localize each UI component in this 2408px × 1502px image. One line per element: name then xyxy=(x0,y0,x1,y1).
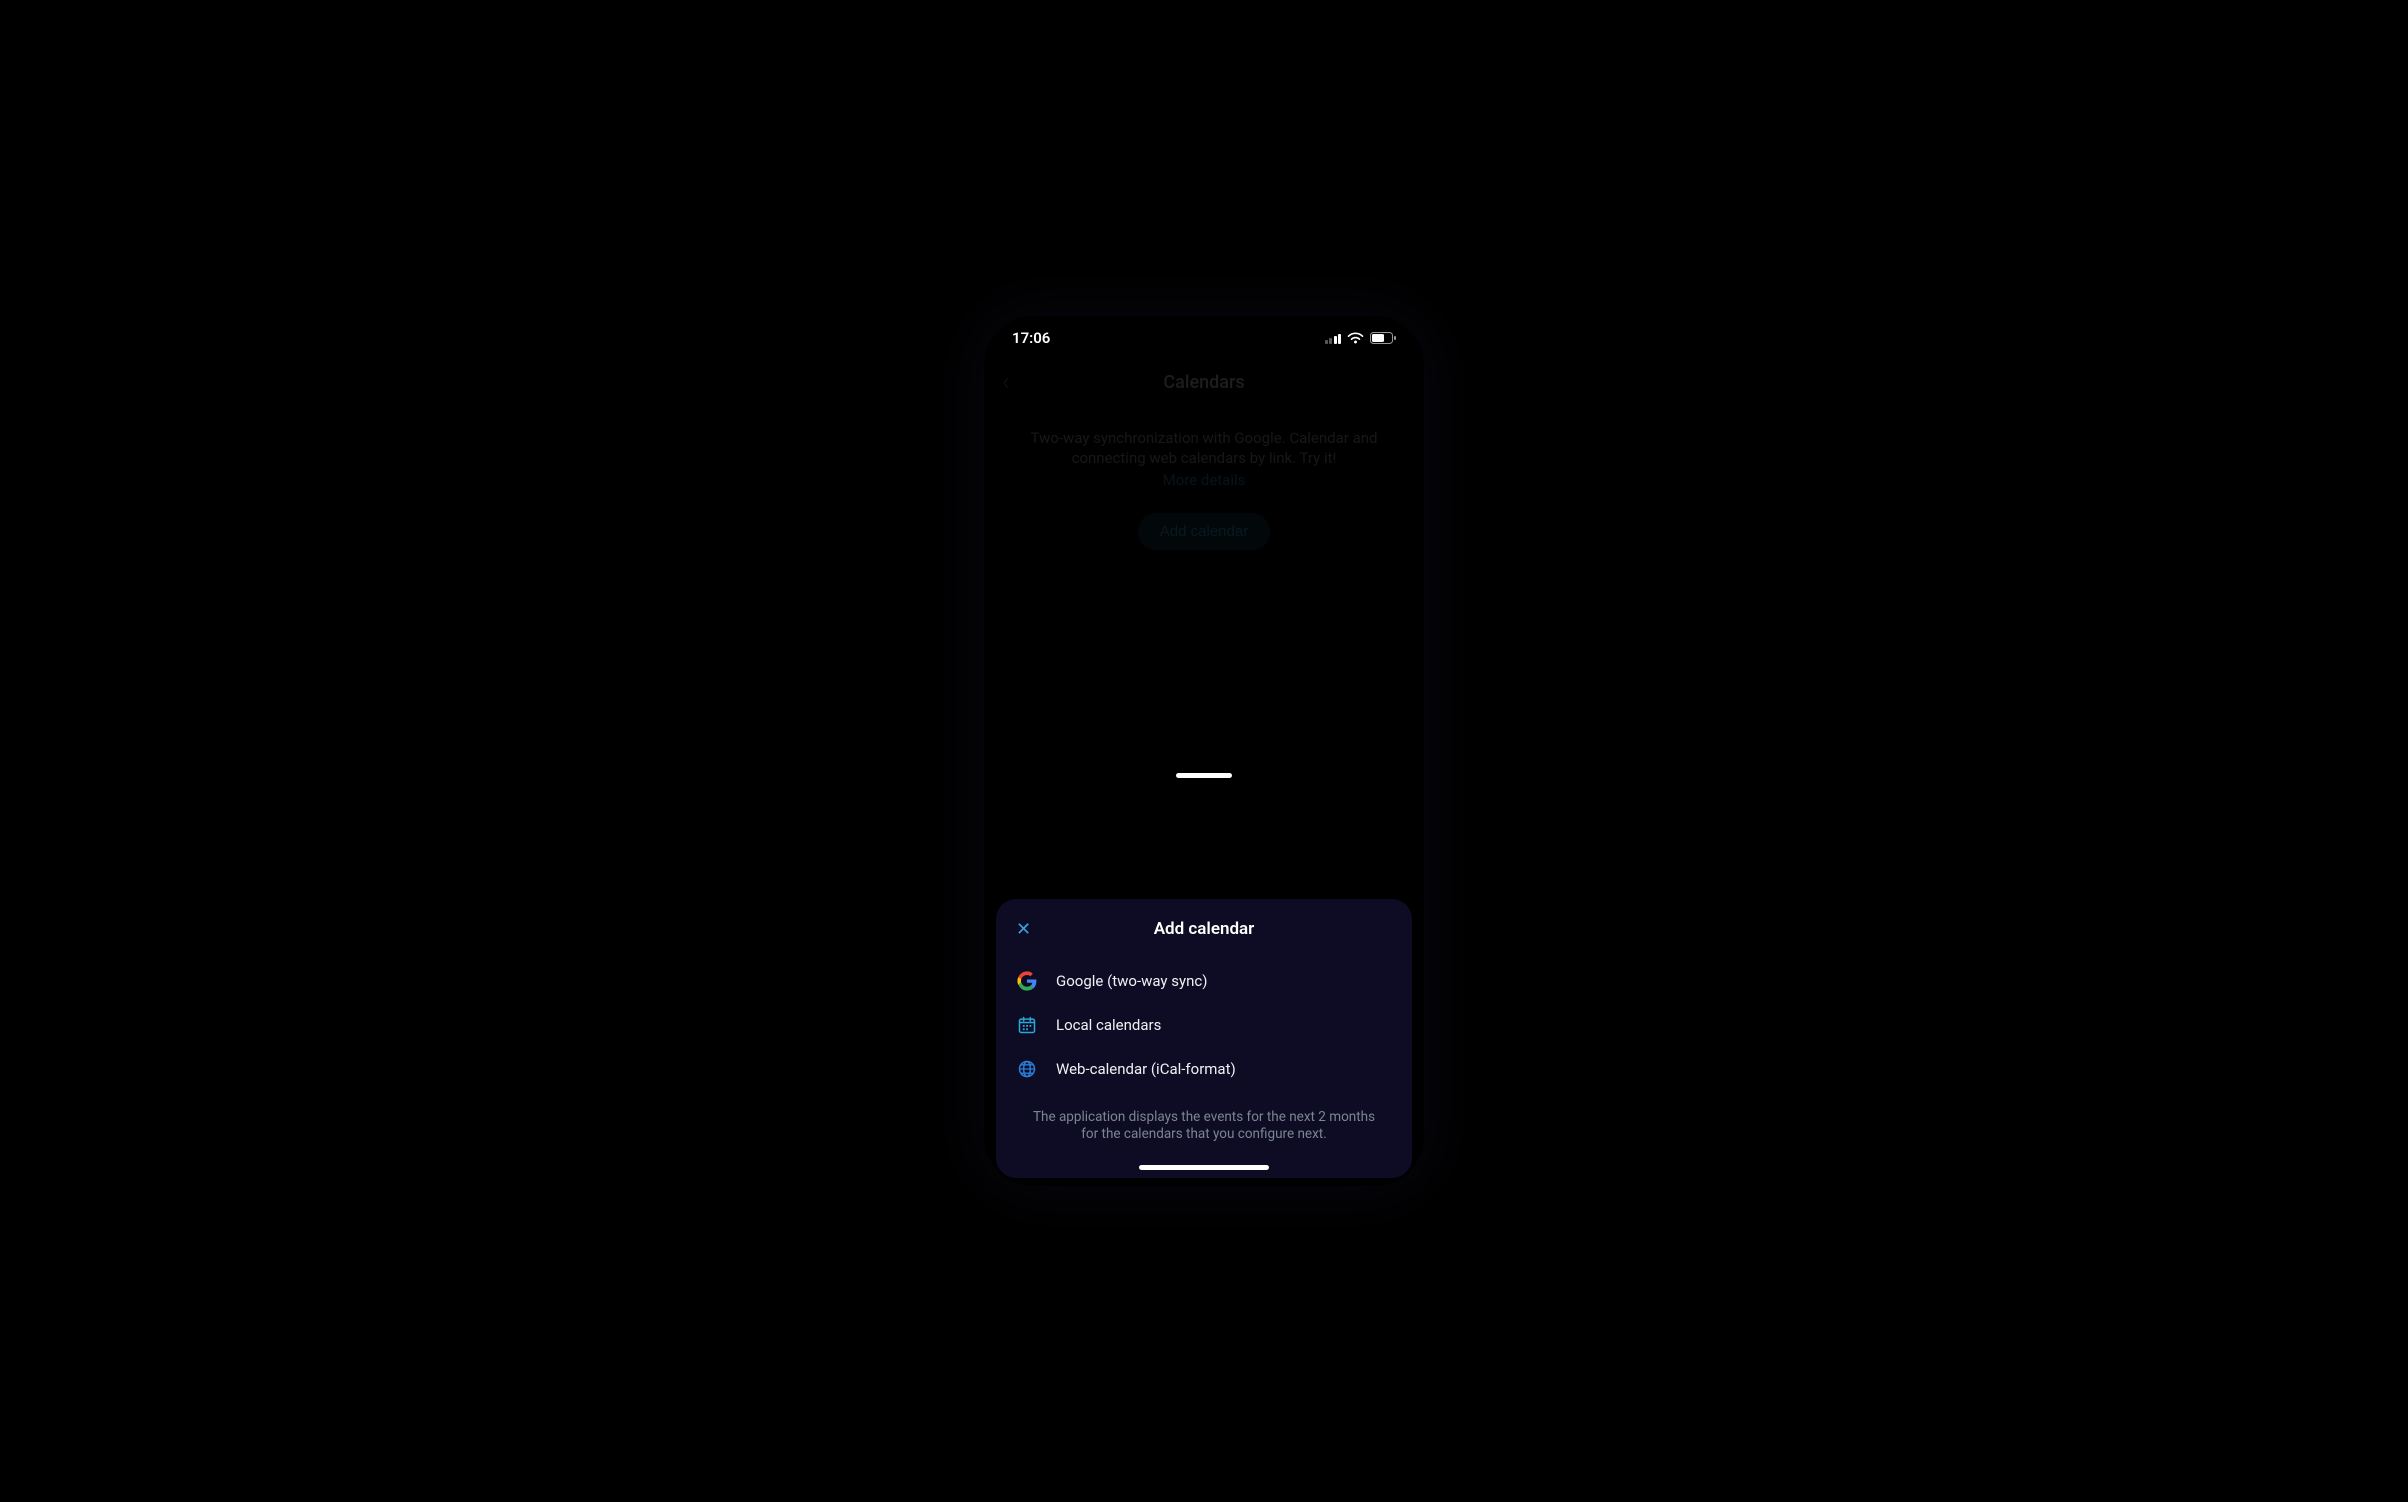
add-calendar-sheet: ✕ Add calendar Google (two-way sync) xyxy=(996,899,1412,1178)
wifi-icon xyxy=(1347,332,1364,344)
back-icon[interactable]: ‹ xyxy=(1002,369,1010,395)
add-calendar-button[interactable]: Add calendar xyxy=(1138,513,1270,550)
page-content: Two-way synchronization with Google. Cal… xyxy=(984,404,1424,550)
calendar-icon xyxy=(1016,1014,1038,1036)
status-time: 17:06 xyxy=(1012,329,1050,347)
option-web[interactable]: Web-calendar (iCal-format) xyxy=(1014,1047,1394,1091)
option-google[interactable]: Google (two-way sync) xyxy=(1014,959,1394,1003)
status-icons xyxy=(1325,332,1397,344)
page-title: Calendars xyxy=(1163,372,1244,393)
google-icon xyxy=(1016,970,1038,992)
sheet-header: ✕ Add calendar xyxy=(1014,919,1394,939)
option-label: Local calendars xyxy=(1056,1016,1161,1034)
option-label: Web-calendar (iCal-format) xyxy=(1056,1060,1236,1078)
cellular-signal-icon xyxy=(1325,333,1342,344)
nav-header: ‹ Calendars xyxy=(984,360,1424,404)
battery-icon xyxy=(1370,332,1396,344)
sheet-note: The application displays the events for … xyxy=(1014,1109,1394,1144)
option-label: Google (two-way sync) xyxy=(1056,972,1207,990)
more-details-link[interactable]: More details xyxy=(1014,471,1394,489)
option-local[interactable]: Local calendars xyxy=(1014,1003,1394,1047)
home-indicator-icon[interactable] xyxy=(1139,1165,1269,1170)
phone-frame: 17:06 ‹ Calendars Two-way synchronizatio… xyxy=(984,316,1424,1186)
status-bar: 17:06 xyxy=(984,316,1424,360)
sheet-title: Add calendar xyxy=(1154,919,1255,939)
sheet-grabber-icon[interactable] xyxy=(1176,773,1232,778)
globe-icon xyxy=(1016,1058,1038,1080)
description-text: Two-way synchronization with Google. Cal… xyxy=(1014,428,1394,469)
close-icon[interactable]: ✕ xyxy=(1016,919,1031,940)
